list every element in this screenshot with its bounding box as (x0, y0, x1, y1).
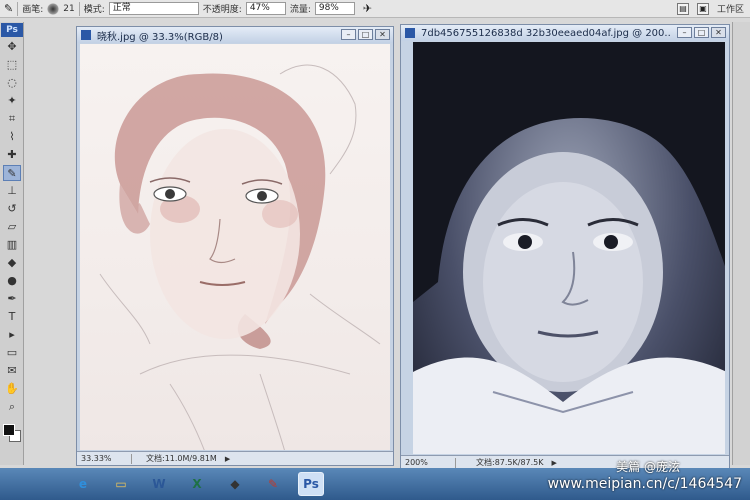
dodge-tool-icon[interactable]: ● (3, 273, 21, 289)
workspace-dropdown[interactable]: 工作区 (717, 2, 744, 15)
brush-tool-icon[interactable]: ✎ (4, 2, 13, 15)
ps-badge: Ps (1, 23, 23, 37)
window-controls: – □ ✕ (341, 29, 390, 40)
flow-field[interactable]: 98% (314, 2, 355, 15)
options-bar: ✎ 画笔: 21 模式: 正常 不透明度: 47% 流量: 98% ✈ ▤ ▣ … (0, 0, 750, 18)
document-statusbar: 33.33% 文档:11.0M/9.81M ▶ (77, 451, 393, 465)
document-canvas[interactable] (413, 42, 725, 454)
healing-tool-icon[interactable]: ✚ (3, 147, 21, 163)
lasso-tool-icon[interactable]: ◌ (3, 75, 21, 91)
document-ps-icon (405, 28, 415, 38)
gradient-tool-icon[interactable]: ▥ (3, 237, 21, 253)
foreground-color-swatch[interactable] (3, 424, 15, 436)
taskbar-app-4-icon[interactable]: ◆ (222, 472, 248, 496)
pen-tool-icon[interactable]: ✒ (3, 291, 21, 307)
zoom-level[interactable]: 200% (405, 458, 455, 467)
blur-tool-icon[interactable]: ◆ (3, 255, 21, 271)
hand-tool-icon[interactable]: ✋ (3, 381, 21, 397)
document-window-left[interactable]: 晓秋.jpg @ 33.3%(RGB/8) – □ ✕ 33.33% 文档:11… (76, 26, 394, 466)
options-right: ▤ ▣ 工作区 (676, 2, 744, 15)
brush-size: 21 (63, 3, 75, 14)
type-tool-icon[interactable]: T (3, 309, 21, 325)
zoom-level[interactable]: 33.33% (81, 454, 131, 463)
marquee-tool-icon[interactable]: ⬚ (3, 57, 21, 73)
tools-panel: Ps ✥ ⬚ ◌ ✦ ⌗ ⌇ ✚ ✎ ⊥ ↺ ▱ ▥ ◆ ● ✒ T ▸ ▭ ✉… (0, 22, 24, 465)
document-title: 晓秋.jpg @ 33.3%(RGB/8) (97, 31, 223, 43)
screen-mode-icon[interactable]: ▣ (696, 2, 709, 15)
arrange-icon[interactable]: ▤ (676, 2, 689, 15)
stamp-tool-icon[interactable]: ⊥ (3, 183, 21, 199)
maximize-button[interactable]: □ (358, 29, 373, 40)
minimize-button[interactable]: – (341, 29, 356, 40)
document-titlebar[interactable]: 晓秋.jpg @ 33.3%(RGB/8) – □ ✕ (77, 27, 393, 43)
watermark-url: www.meipian.cn/c/1464547 (547, 476, 742, 492)
taskbar-explorer-icon[interactable]: ▭ (108, 472, 134, 496)
opacity-label: 不透明度: (202, 5, 242, 15)
move-tool-icon[interactable]: ✥ (3, 39, 21, 55)
mode-dropdown[interactable]: 正常 (108, 2, 199, 15)
taskbar-excel-icon[interactable]: X (184, 472, 210, 496)
document-title: 7db456755126838d 32b30eeaed04af.jpg @ 20… (421, 27, 671, 39)
brush-preset-picker[interactable] (47, 2, 60, 15)
airbrush-icon[interactable]: ✈ (363, 2, 372, 15)
painting-canvas (80, 44, 390, 450)
close-button[interactable]: ✕ (375, 29, 390, 40)
minimize-button[interactable]: – (677, 27, 692, 38)
zoom-tool-icon[interactable]: ⌕ (3, 399, 21, 415)
flow-label: 流量: (289, 5, 311, 15)
document-size: 文档:11.0M/9.81M (146, 454, 217, 463)
reference-portrait-image (413, 42, 725, 454)
document-size: 文档:87.5K/87.5K (476, 458, 544, 467)
portrait-sketch-image (99, 64, 381, 450)
brush-tool-icon[interactable]: ✎ (3, 165, 21, 181)
close-button[interactable]: ✕ (711, 27, 726, 38)
taskbar-ie-icon[interactable]: e (70, 472, 96, 496)
notes-tool-icon[interactable]: ✉ (3, 363, 21, 379)
document-ps-icon (81, 30, 91, 40)
crop-tool-icon[interactable]: ⌗ (3, 111, 21, 127)
taskbar-word-icon[interactable]: W (146, 472, 172, 496)
history-brush-tool-icon[interactable]: ↺ (3, 201, 21, 217)
eyedropper-tool-icon[interactable]: ⌇ (3, 129, 21, 145)
shape-tool-icon[interactable]: ▭ (3, 345, 21, 361)
panel-dock[interactable] (732, 22, 750, 465)
watermark-brand: 美篇 @庞泫 (616, 460, 680, 474)
maximize-button[interactable]: □ (694, 27, 709, 38)
separator (17, 1, 19, 16)
status-divider (455, 457, 456, 468)
brush-label: 画笔: (22, 5, 44, 15)
window-controls: – □ ✕ (677, 27, 726, 38)
status-divider (131, 453, 132, 464)
path-select-tool-icon[interactable]: ▸ (3, 327, 21, 343)
opacity-field[interactable]: 47% (245, 2, 286, 15)
status-menu-arrow-icon[interactable]: ▶ (225, 455, 230, 463)
document-canvas[interactable] (80, 44, 390, 450)
separator (78, 1, 80, 16)
document-titlebar[interactable]: 7db456755126838d 32b30eeaed04af.jpg @ 20… (401, 25, 729, 41)
mode-label: 模式: (83, 5, 105, 15)
document-window-right[interactable]: 7db456755126838d 32b30eeaed04af.jpg @ 20… (400, 24, 730, 470)
taskbar-photoshop-icon[interactable]: Ps (298, 472, 324, 496)
eraser-tool-icon[interactable]: ▱ (3, 219, 21, 235)
reference-photo (413, 42, 725, 454)
magic-wand-tool-icon[interactable]: ✦ (3, 93, 21, 109)
status-menu-arrow-icon[interactable]: ▶ (552, 459, 557, 467)
taskbar-paint-icon[interactable]: ✎ (260, 472, 286, 496)
